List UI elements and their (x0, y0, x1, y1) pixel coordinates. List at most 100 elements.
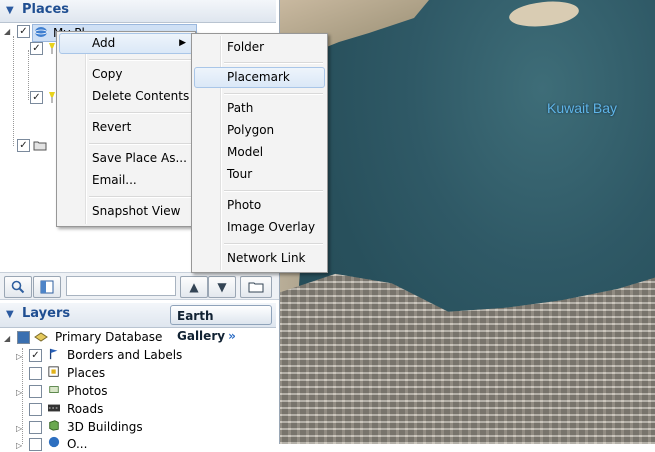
layer-checkbox[interactable] (29, 385, 42, 398)
photos-icon (49, 386, 59, 393)
submenu-item-model[interactable]: Model (194, 142, 325, 163)
menu-item-snapshot-view[interactable]: Snapshot View (59, 201, 193, 222)
menu-item-save-place-as[interactable]: Save Place As... (59, 148, 193, 169)
menu-separator (89, 196, 191, 198)
tree-line (13, 36, 14, 146)
layer-item-label[interactable]: Primary Database (55, 329, 162, 345)
collapse-triangle-icon[interactable]: ▼ (6, 5, 14, 16)
submenu-item-network-link[interactable]: Network Link (194, 248, 325, 269)
menu-separator (224, 62, 323, 64)
expand-arrow-icon[interactable]: ▷ (16, 424, 22, 433)
menu-separator (224, 190, 323, 192)
places-header[interactable]: ▼ Places (0, 0, 276, 23)
folder-icon (248, 282, 264, 293)
search-icon (11, 280, 25, 294)
search-button[interactable] (4, 276, 32, 298)
map-city-area (279, 273, 655, 444)
menu-item-email[interactable]: Email... (59, 170, 193, 191)
add-submenu: Folder Placemark Path Polygon Model Tour… (191, 33, 328, 273)
submenu-item-tour[interactable]: Tour (194, 164, 325, 185)
map-label-kuwait-bay: Kuwait Bay (547, 100, 618, 116)
collapse-triangle-icon[interactable]: ▼ (6, 309, 14, 320)
menu-item-label: Placemark (227, 70, 290, 84)
layer-item-label[interactable]: Borders and Labels (67, 347, 182, 363)
layer-checkbox[interactable] (29, 438, 42, 451)
layer-item-label[interactable]: O... (67, 436, 87, 452)
flag-icon (49, 348, 58, 360)
placemark-checkbox[interactable]: ✓ (30, 42, 43, 55)
menu-item-label: Path (227, 101, 254, 115)
layer-checkbox[interactable] (29, 403, 42, 416)
submenu-item-photo[interactable]: Photo (194, 195, 325, 216)
menu-item-label: Delete Contents (92, 89, 190, 103)
menu-item-label: Save Place As... (92, 151, 187, 165)
menu-item-label: Copy (92, 67, 123, 81)
ocean-globe-icon (48, 436, 60, 448)
down-arrow-icon: ▼ (217, 280, 227, 294)
earth-gallery-label: Earth Gallery (177, 309, 226, 343)
expand-arrow-icon[interactable]: ▷ (16, 441, 22, 450)
folder-menu-button[interactable] (240, 276, 272, 298)
submenu-arrow-icon: ▶ (179, 38, 186, 48)
menu-item-label: Snapshot View (92, 204, 181, 218)
layer-item-label[interactable]: 3D Buildings (67, 419, 143, 435)
move-up-button[interactable]: ▲ (180, 276, 208, 298)
menu-item-delete-contents[interactable]: Delete Contents (59, 86, 193, 107)
expand-toggle-icon[interactable]: ◢ (4, 334, 10, 343)
layer-item-label[interactable]: Photos (67, 383, 107, 399)
tree-line (28, 50, 29, 100)
expand-toggle-icon[interactable]: ◢ (4, 27, 10, 36)
database-layers-icon (34, 332, 48, 342)
chevron-right-icon: » (228, 329, 236, 343)
layer-checkbox[interactable] (29, 421, 42, 434)
layer-checkbox[interactable] (29, 367, 42, 380)
layer-item-label[interactable]: Places (67, 365, 105, 381)
menu-separator (89, 112, 191, 114)
temporary-folder-icon (33, 141, 47, 151)
places-layer-icon (48, 366, 59, 377)
3d-buildings-icon (49, 420, 59, 431)
submenu-item-path[interactable]: Path (194, 98, 325, 119)
move-down-button[interactable]: ▼ (208, 276, 236, 298)
menu-item-copy[interactable]: Copy (59, 64, 193, 85)
primary-database-checkbox[interactable] (17, 331, 30, 344)
roads-icon (48, 404, 60, 412)
menu-item-add[interactable]: Add ▶ (59, 33, 193, 54)
places-title: Places (22, 2, 70, 17)
expand-arrow-icon[interactable]: ▷ (16, 388, 22, 397)
globe-icon (34, 27, 48, 37)
places-search-input[interactable] (66, 276, 176, 296)
menu-separator (224, 93, 323, 95)
menu-item-label: Revert (92, 120, 132, 134)
menu-item-label: Folder (227, 40, 265, 54)
map-sand-spit (507, 0, 581, 30)
menu-item-label: Tour (227, 167, 253, 181)
places-root-checkbox[interactable]: ✓ (17, 25, 30, 38)
menu-item-label: Polygon (227, 123, 275, 137)
map-view[interactable]: Kuwait Bay (279, 0, 655, 444)
submenu-item-image-overlay[interactable]: Image Overlay (194, 217, 325, 238)
menu-item-label: Image Overlay (227, 220, 316, 234)
panel-toggle-button[interactable] (33, 276, 61, 298)
up-arrow-icon: ▲ (189, 280, 199, 294)
menu-item-label: Model (227, 145, 264, 159)
submenu-item-folder[interactable]: Folder (194, 37, 325, 58)
places-toolbar: ▲ ▼ (0, 272, 279, 300)
menu-item-label: Add (92, 36, 116, 50)
expand-arrow-icon[interactable]: ▷ (16, 352, 22, 361)
menu-item-revert[interactable]: Revert (59, 117, 193, 138)
temporary-places-checkbox[interactable]: ✓ (17, 139, 30, 152)
menu-separator (89, 59, 191, 61)
panel-toggle-icon (40, 280, 54, 294)
submenu-item-polygon[interactable]: Polygon (194, 120, 325, 141)
submenu-item-placemark[interactable]: Placemark (194, 67, 325, 88)
layer-item-label[interactable]: Roads (67, 401, 103, 417)
menu-item-label: Photo (227, 198, 262, 212)
earth-gallery-button[interactable]: Earth Gallery» (170, 305, 272, 343)
layer-checkbox[interactable]: ✓ (29, 349, 42, 362)
context-menu: Add ▶ Copy Delete Contents Revert Save P… (56, 31, 196, 227)
placemark-checkbox[interactable]: ✓ (30, 91, 43, 104)
menu-separator (224, 243, 323, 245)
menu-item-label: Email... (92, 173, 137, 187)
menu-separator (89, 143, 191, 145)
